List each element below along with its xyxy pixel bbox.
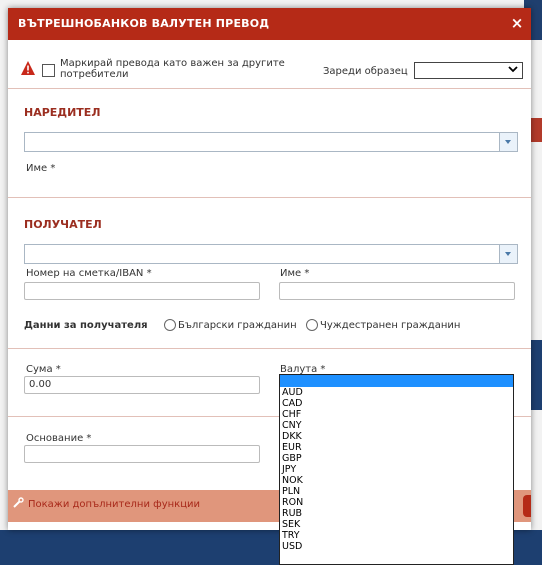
recipient-name-input[interactable] bbox=[279, 282, 515, 300]
radio-foreign-citizen[interactable] bbox=[306, 319, 318, 331]
currency-option[interactable]: GBP bbox=[280, 453, 513, 464]
currency-option[interactable]: JPY bbox=[280, 464, 513, 475]
currency-option[interactable]: USD bbox=[280, 541, 513, 552]
currency-option[interactable]: SEK bbox=[280, 519, 513, 530]
amount-input[interactable]: 0.00 bbox=[24, 376, 260, 394]
currency-option[interactable]: DKK bbox=[280, 431, 513, 442]
currency-option[interactable]: CNY bbox=[280, 420, 513, 431]
amount-label: Сума * bbox=[26, 364, 61, 375]
currency-option[interactable]: AUD bbox=[280, 387, 513, 398]
payer-account-combo[interactable] bbox=[24, 132, 518, 152]
recipient-section-title: ПОЛУЧАТЕЛ bbox=[24, 218, 102, 231]
more-functions-link[interactable]: Покажи допълнителни функции bbox=[28, 499, 200, 510]
currency-option[interactable]: EUR bbox=[280, 442, 513, 453]
recipient-name-label: Име * bbox=[280, 268, 310, 279]
currency-option[interactable]: RON bbox=[280, 497, 513, 508]
currency-option[interactable]: PLN bbox=[280, 486, 513, 497]
radio-foreign-label: Чуждестранен гражданин bbox=[320, 320, 461, 331]
radio-bulgarian-label: Български гражданин bbox=[178, 320, 297, 331]
template-select[interactable] bbox=[414, 62, 523, 79]
chevron-down-icon[interactable] bbox=[499, 245, 517, 263]
wrench-icon bbox=[13, 497, 24, 508]
iban-input[interactable] bbox=[24, 282, 260, 300]
currency-option-selected[interactable] bbox=[280, 375, 513, 387]
reason-input[interactable] bbox=[24, 445, 260, 463]
iban-label: Номер на сметка/IBAN * bbox=[26, 268, 152, 279]
dialog-title: ВЪТРЕШНОБАНКОВ ВАЛУТЕН ПРЕВОД bbox=[18, 17, 270, 30]
currency-option[interactable]: RUB bbox=[280, 508, 513, 519]
currency-dropdown-list[interactable]: AUD CAD CHF CNY DKK EUR GBP JPY NOK PLN RON RUB SEK T… bbox=[279, 374, 514, 565]
section-divider bbox=[8, 88, 531, 89]
radio-bulgarian-citizen[interactable] bbox=[164, 319, 176, 331]
close-icon[interactable]: × bbox=[509, 14, 525, 32]
currency-option[interactable]: TRY bbox=[280, 530, 513, 541]
dialog-titlebar: ВЪТРЕШНОБАНКОВ ВАЛУТЕН ПРЕВОД × bbox=[8, 8, 531, 40]
currency-option[interactable]: CAD bbox=[280, 398, 513, 409]
payer-name-label: Име * bbox=[26, 163, 56, 174]
currency-option[interactable]: CHF bbox=[280, 409, 513, 420]
section-divider bbox=[8, 348, 531, 349]
footer-action-button[interactable] bbox=[523, 495, 531, 517]
mark-important-label: Маркирай превода като важен за другите п… bbox=[60, 58, 285, 80]
warning-triangle-icon bbox=[21, 61, 35, 75]
section-divider bbox=[8, 197, 531, 198]
chevron-down-icon bbox=[508, 66, 518, 73]
chevron-down-icon[interactable] bbox=[499, 133, 517, 151]
recipient-account-combo[interactable] bbox=[24, 244, 518, 264]
recipient-data-label: Данни за получателя bbox=[24, 320, 148, 331]
load-template-label: Зареди образец bbox=[323, 66, 408, 77]
payer-section-title: НАРЕДИТЕЛ bbox=[24, 106, 101, 119]
currency-option[interactable]: NOK bbox=[280, 475, 513, 486]
reason-label: Основание * bbox=[26, 433, 92, 444]
mark-important-checkbox[interactable] bbox=[42, 64, 55, 77]
